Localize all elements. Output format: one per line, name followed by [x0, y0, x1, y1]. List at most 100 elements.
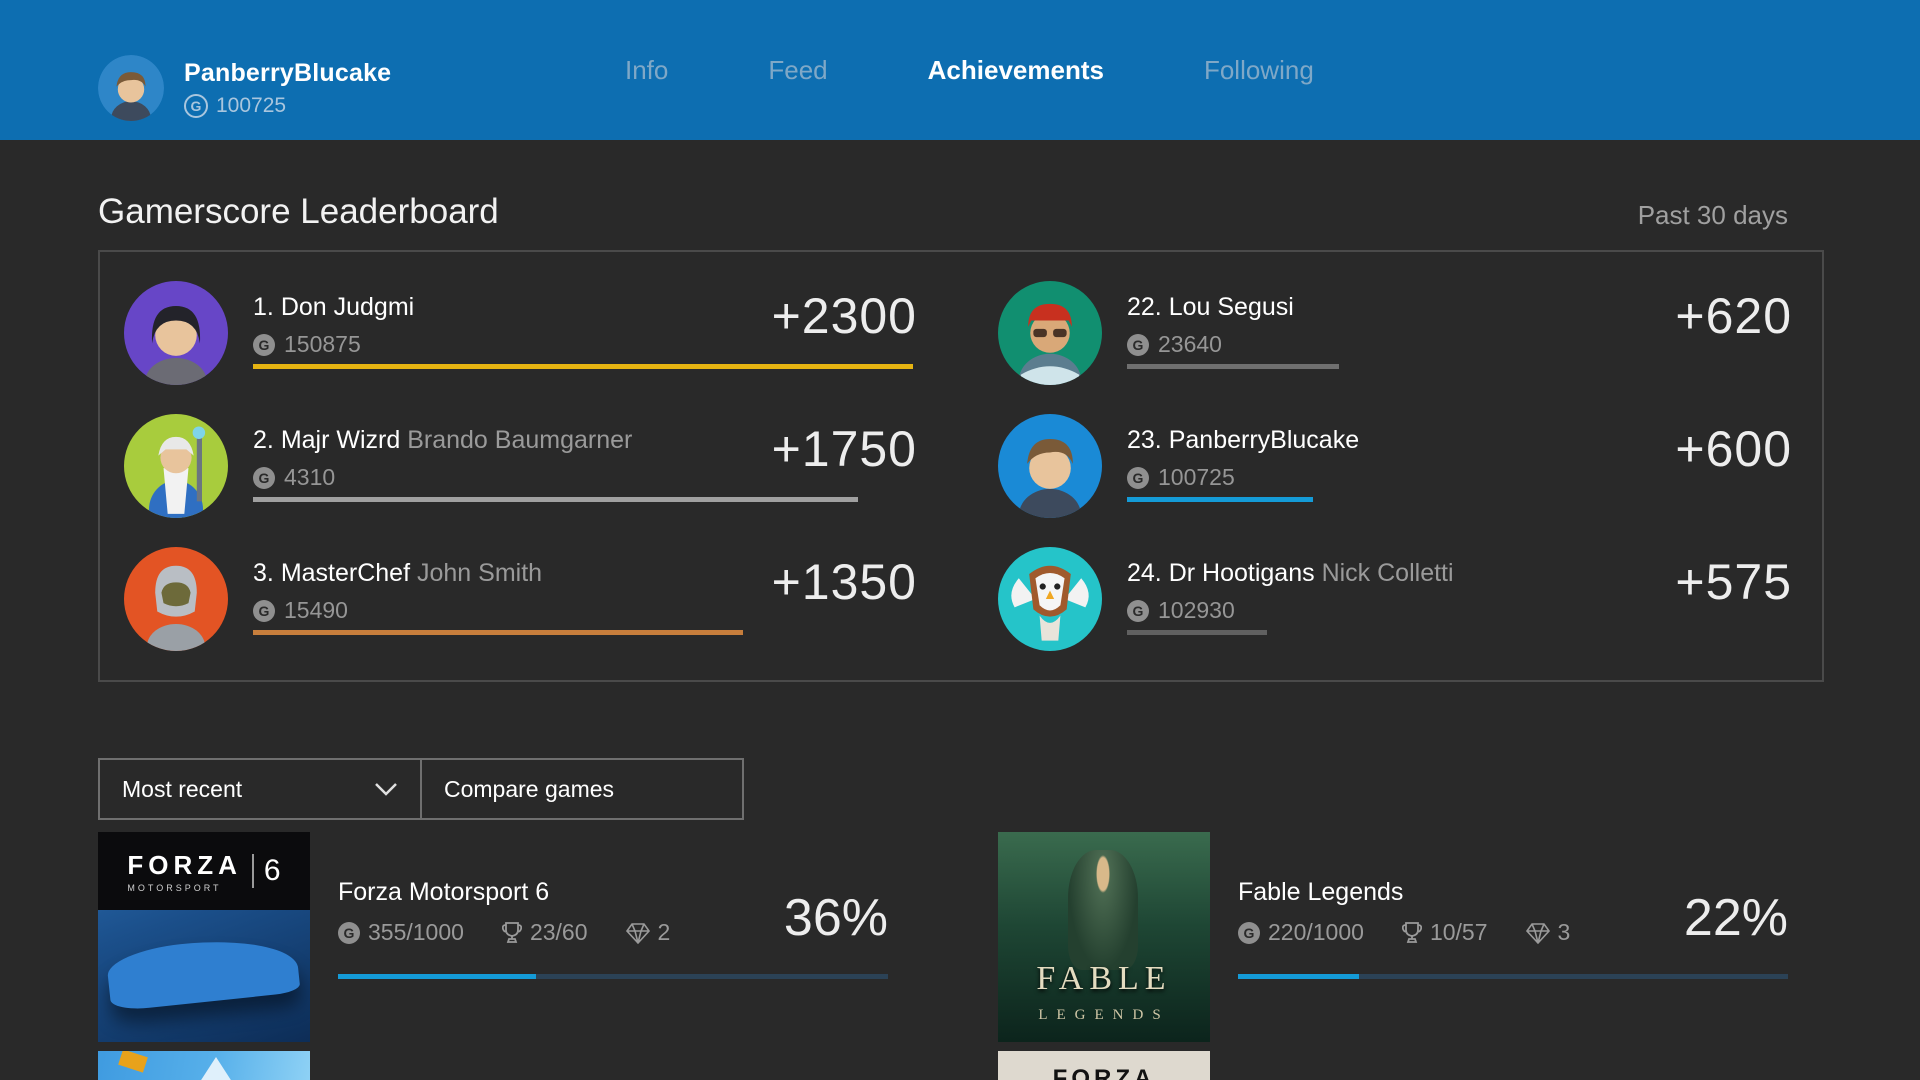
achievements-stat: 10/57	[1402, 919, 1488, 946]
tab-info[interactable]: Info	[625, 55, 668, 86]
gem-icon	[626, 922, 650, 944]
row-score: G 15490	[253, 597, 542, 624]
row-delta: +575	[1675, 553, 1792, 611]
row-gamertag: Don Judgmi	[281, 293, 414, 321]
profile-gamerscore-value: 100725	[216, 94, 286, 118]
row-name: 2. Majr Wizrd Brando Baumgarner	[253, 426, 632, 455]
avatar-image	[998, 547, 1102, 651]
mountain-image	[194, 1057, 238, 1080]
row-gamertag: Dr Hootigans	[1169, 559, 1315, 587]
gamerscore-value: 355/1000	[368, 919, 464, 946]
leaderboard-row-23[interactable]: 23. PanberryBlucake G 100725 +600	[998, 414, 1792, 518]
gamerscore-icon: G	[1127, 600, 1149, 622]
leaderboard-row-3[interactable]: 3. MasterChef John Smith G 15490 +1350	[124, 547, 917, 651]
avatar-image	[98, 55, 164, 121]
row-gamertag: Majr Wizrd	[281, 426, 400, 454]
gamerscore-icon: G	[184, 94, 208, 118]
row-delta: +620	[1675, 287, 1792, 345]
leaderboard-row-24[interactable]: 24. Dr Hootigans Nick Colletti G 102930 …	[998, 547, 1792, 651]
row-score-value: 23640	[1158, 331, 1222, 358]
row-name: 24. Dr Hootigans Nick Colletti	[1127, 559, 1454, 588]
challenges-stat: 3	[1526, 919, 1571, 946]
row-score: G 23640	[1127, 331, 1294, 358]
game-progress-fill	[1238, 974, 1359, 979]
row-realname: John Smith	[417, 559, 542, 587]
row-rank: 3.	[253, 559, 274, 587]
leaderboard-row-2[interactable]: 2. Majr Wizrd Brando Baumgarner G 4310 +…	[124, 414, 917, 518]
row-gamertag: MasterChef	[281, 559, 410, 587]
game-info: Fable Legends G 220/1000 10/57 3 22%	[1238, 878, 1788, 946]
fable-logo-sub: LEGENDS	[998, 1007, 1210, 1024]
profile-avatar	[98, 55, 164, 121]
compare-games-label: Compare games	[444, 776, 614, 803]
profile-text: PanberryBlucake G 100725	[184, 59, 391, 118]
forza-logo-number: 6	[264, 854, 281, 888]
completion-percent: 36%	[784, 888, 888, 948]
row-name: 23. PanberryBlucake	[1127, 426, 1359, 455]
forza-logo-sub: MOTORSPORT	[127, 883, 242, 893]
row-progress-bar	[1127, 497, 1313, 502]
row-rank: 1.	[253, 293, 274, 321]
tab-achievements[interactable]: Achievements	[928, 55, 1104, 86]
row-score-value: 15490	[284, 597, 348, 624]
row-rank: 2.	[253, 426, 274, 454]
row-score-value: 100725	[1158, 464, 1235, 491]
row-name: 1. Don Judgmi	[253, 293, 414, 322]
profile-header: PanberryBlucake G 100725 Info Feed Achie…	[0, 0, 1920, 140]
row-score: G 4310	[253, 464, 632, 491]
row-progress-bar	[1127, 364, 1339, 369]
gamerscore-icon: G	[253, 600, 275, 622]
row-score: G 102930	[1127, 597, 1454, 624]
row-delta: +600	[1675, 420, 1792, 478]
leaderboard-row-22[interactable]: 22. Lou Segusi G 23640 +620	[998, 281, 1792, 385]
gamerscore-stat: G 355/1000	[338, 919, 464, 946]
row-info: 22. Lou Segusi G 23640	[1127, 293, 1294, 358]
game-row-forza-6[interactable]: FORZA MOTORSPORT 6 Forza Motorsport 6 G …	[98, 832, 888, 1042]
game-info: Forza Motorsport 6 G 355/1000 23/60 2 36…	[338, 878, 888, 946]
game-row-fable-legends[interactable]: FABLE LEGENDS Fable Legends G 220/1000 1…	[998, 832, 1788, 1042]
row-info: 1. Don Judgmi G 150875	[253, 293, 414, 358]
game-cover-partial-left[interactable]	[98, 1051, 310, 1080]
leaderboard-panel: 1. Don Judgmi G 150875 +2300 2. Majr Wiz…	[98, 250, 1824, 682]
row-score-value: 102930	[1158, 597, 1235, 624]
sort-dropdown[interactable]: Most recent	[98, 758, 422, 820]
leaderboard-row-1[interactable]: 1. Don Judgmi G 150875 +2300	[124, 281, 917, 385]
challenges-stat: 2	[626, 919, 671, 946]
row-score-value: 4310	[284, 464, 335, 491]
tab-feed[interactable]: Feed	[768, 55, 827, 86]
row-realname: Brando Baumgarner	[407, 426, 632, 454]
games-filters: Most recent Compare games	[98, 758, 744, 820]
row-realname: Nick Colletti	[1322, 559, 1454, 587]
game-cover-forza-6: FORZA MOTORSPORT 6	[98, 832, 310, 1042]
row-info: 24. Dr Hootigans Nick Colletti G 102930	[1127, 559, 1454, 624]
tab-following[interactable]: Following	[1204, 55, 1314, 86]
row-score: G 100725	[1127, 464, 1359, 491]
hero-image	[1068, 850, 1138, 970]
chevron-down-icon	[374, 782, 398, 796]
row-score: G 150875	[253, 331, 414, 358]
completion-percent: 22%	[1684, 888, 1788, 948]
avatar-image	[124, 414, 228, 518]
row-info: 23. PanberryBlucake G 100725	[1127, 426, 1359, 491]
avatar	[124, 281, 228, 385]
row-delta: +1350	[772, 553, 917, 611]
flag-image	[118, 1051, 148, 1073]
row-gamertag: Lou Segusi	[1169, 293, 1294, 321]
game-progress-track	[1238, 974, 1788, 979]
row-progress-bar	[253, 630, 743, 635]
profile-summary[interactable]: PanberryBlucake G 100725	[98, 55, 391, 121]
avatar-image	[998, 281, 1102, 385]
gamerscore-icon: G	[1127, 467, 1149, 489]
game-cover-partial-right[interactable]: FORZA	[998, 1051, 1210, 1080]
row-info: 2. Majr Wizrd Brando Baumgarner G 4310	[253, 426, 632, 491]
profile-tabs: Info Feed Achievements Following	[625, 0, 1314, 140]
compare-games-button[interactable]: Compare games	[422, 758, 744, 820]
row-delta: +1750	[772, 420, 917, 478]
row-rank: 23.	[1127, 426, 1162, 454]
row-rank: 22.	[1127, 293, 1162, 321]
profile-gamertag: PanberryBlucake	[184, 59, 391, 88]
leaderboard-period-filter[interactable]: Past 30 days	[1638, 200, 1788, 231]
row-name: 3. MasterChef John Smith	[253, 559, 542, 588]
gamerscore-stat: G 220/1000	[1238, 919, 1364, 946]
avatar-image	[124, 281, 228, 385]
